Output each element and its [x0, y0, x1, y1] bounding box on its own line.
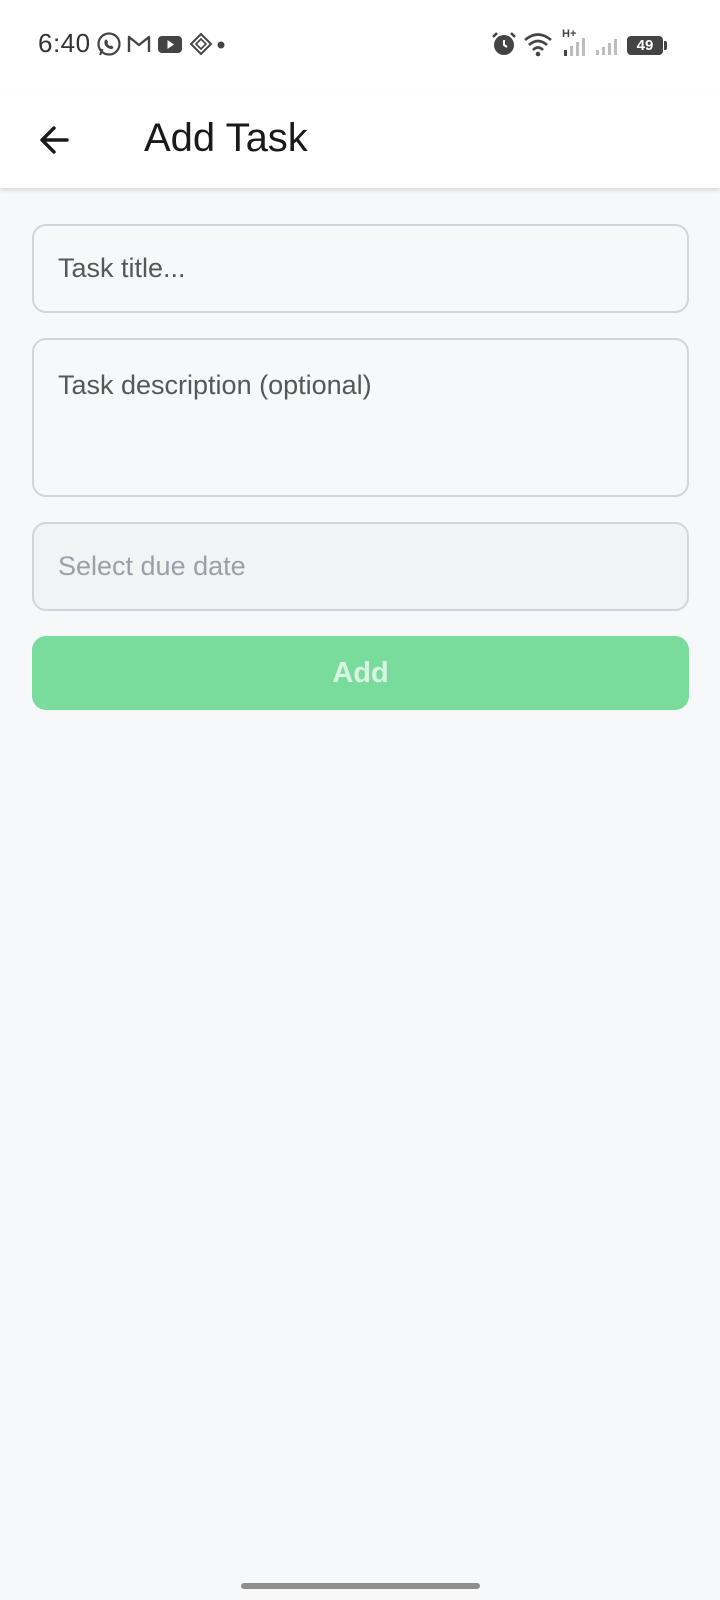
- alarm-icon: [492, 32, 516, 55]
- signal-icon: [596, 39, 617, 55]
- task-title-input[interactable]: [32, 224, 689, 313]
- arrow-left-icon: [40, 126, 69, 154]
- add-task-button[interactable]: Add: [32, 636, 689, 710]
- back-button[interactable]: [24, 109, 86, 171]
- battery-icon: 49: [627, 30, 669, 58]
- due-date-placeholder: Select due date: [58, 551, 246, 581]
- task-description-input[interactable]: [32, 338, 689, 497]
- battery-level: 49: [636, 37, 654, 54]
- youtube-icon: [158, 36, 182, 53]
- app-diamond-icon: [189, 32, 213, 56]
- app-bar: Add Task: [0, 90, 720, 188]
- whatsapp-icon: [97, 32, 121, 56]
- home-indicator[interactable]: [241, 1583, 480, 1589]
- gmail-icon: [127, 35, 151, 52]
- page-title: Add Task: [144, 116, 308, 160]
- signal-h-plus-icon: H+: [562, 28, 588, 58]
- status-time: 6:40: [38, 28, 91, 58]
- status-bar: 6:40 H+ 49: [0, 0, 720, 90]
- due-date-picker[interactable]: Select due date: [32, 522, 689, 611]
- notification-dot-icon: [217, 41, 225, 49]
- wifi-icon: [524, 33, 552, 57]
